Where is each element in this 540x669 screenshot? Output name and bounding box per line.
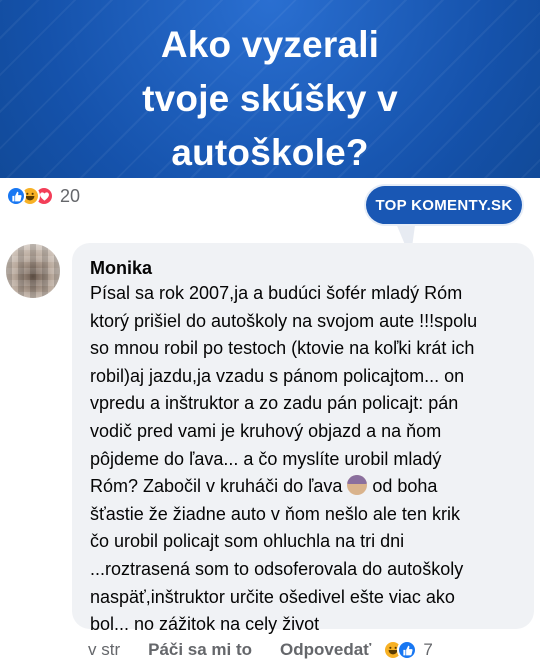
like-icon: [6, 186, 26, 206]
comment-time[interactable]: v str: [88, 640, 120, 660]
woman-facepalming-icon: [347, 475, 368, 496]
topkomenty-badge: TOP KOMENTY.SK: [366, 186, 522, 224]
avatar[interactable]: [6, 244, 60, 298]
comment-reaction-count: 7: [423, 640, 433, 659]
comment-text-part2: od boha šťastie že žiadne auto v ňom neš…: [90, 476, 464, 635]
like-button[interactable]: Páči sa mi to: [148, 640, 252, 660]
comment-reactions[interactable]: 7: [383, 640, 433, 660]
like-icon: [397, 640, 418, 660]
comment-actions: v str Páči sa mi to Odpovedať 7: [88, 638, 433, 662]
comment-text: Písal sa rok 2007,ja a budúci šofér mlad…: [90, 280, 522, 639]
comment-text-part1: Písal sa rok 2007,ja a budúci šofér mlad…: [90, 283, 478, 497]
comment-author[interactable]: Monika: [90, 258, 152, 279]
comment-bubble: Monika Písal sa rok 2007,ja a budúci šof…: [72, 243, 534, 634]
post-reactions[interactable]: 20: [6, 185, 80, 207]
reply-button[interactable]: Odpovedať: [280, 640, 371, 660]
reaction-count: 20: [60, 185, 81, 206]
header-banner: Ako vyzerali tvoje skúšky v autoškole?: [0, 0, 540, 178]
banner-title: Ako vyzerali tvoje skúšky v autoškole?: [142, 24, 398, 173]
